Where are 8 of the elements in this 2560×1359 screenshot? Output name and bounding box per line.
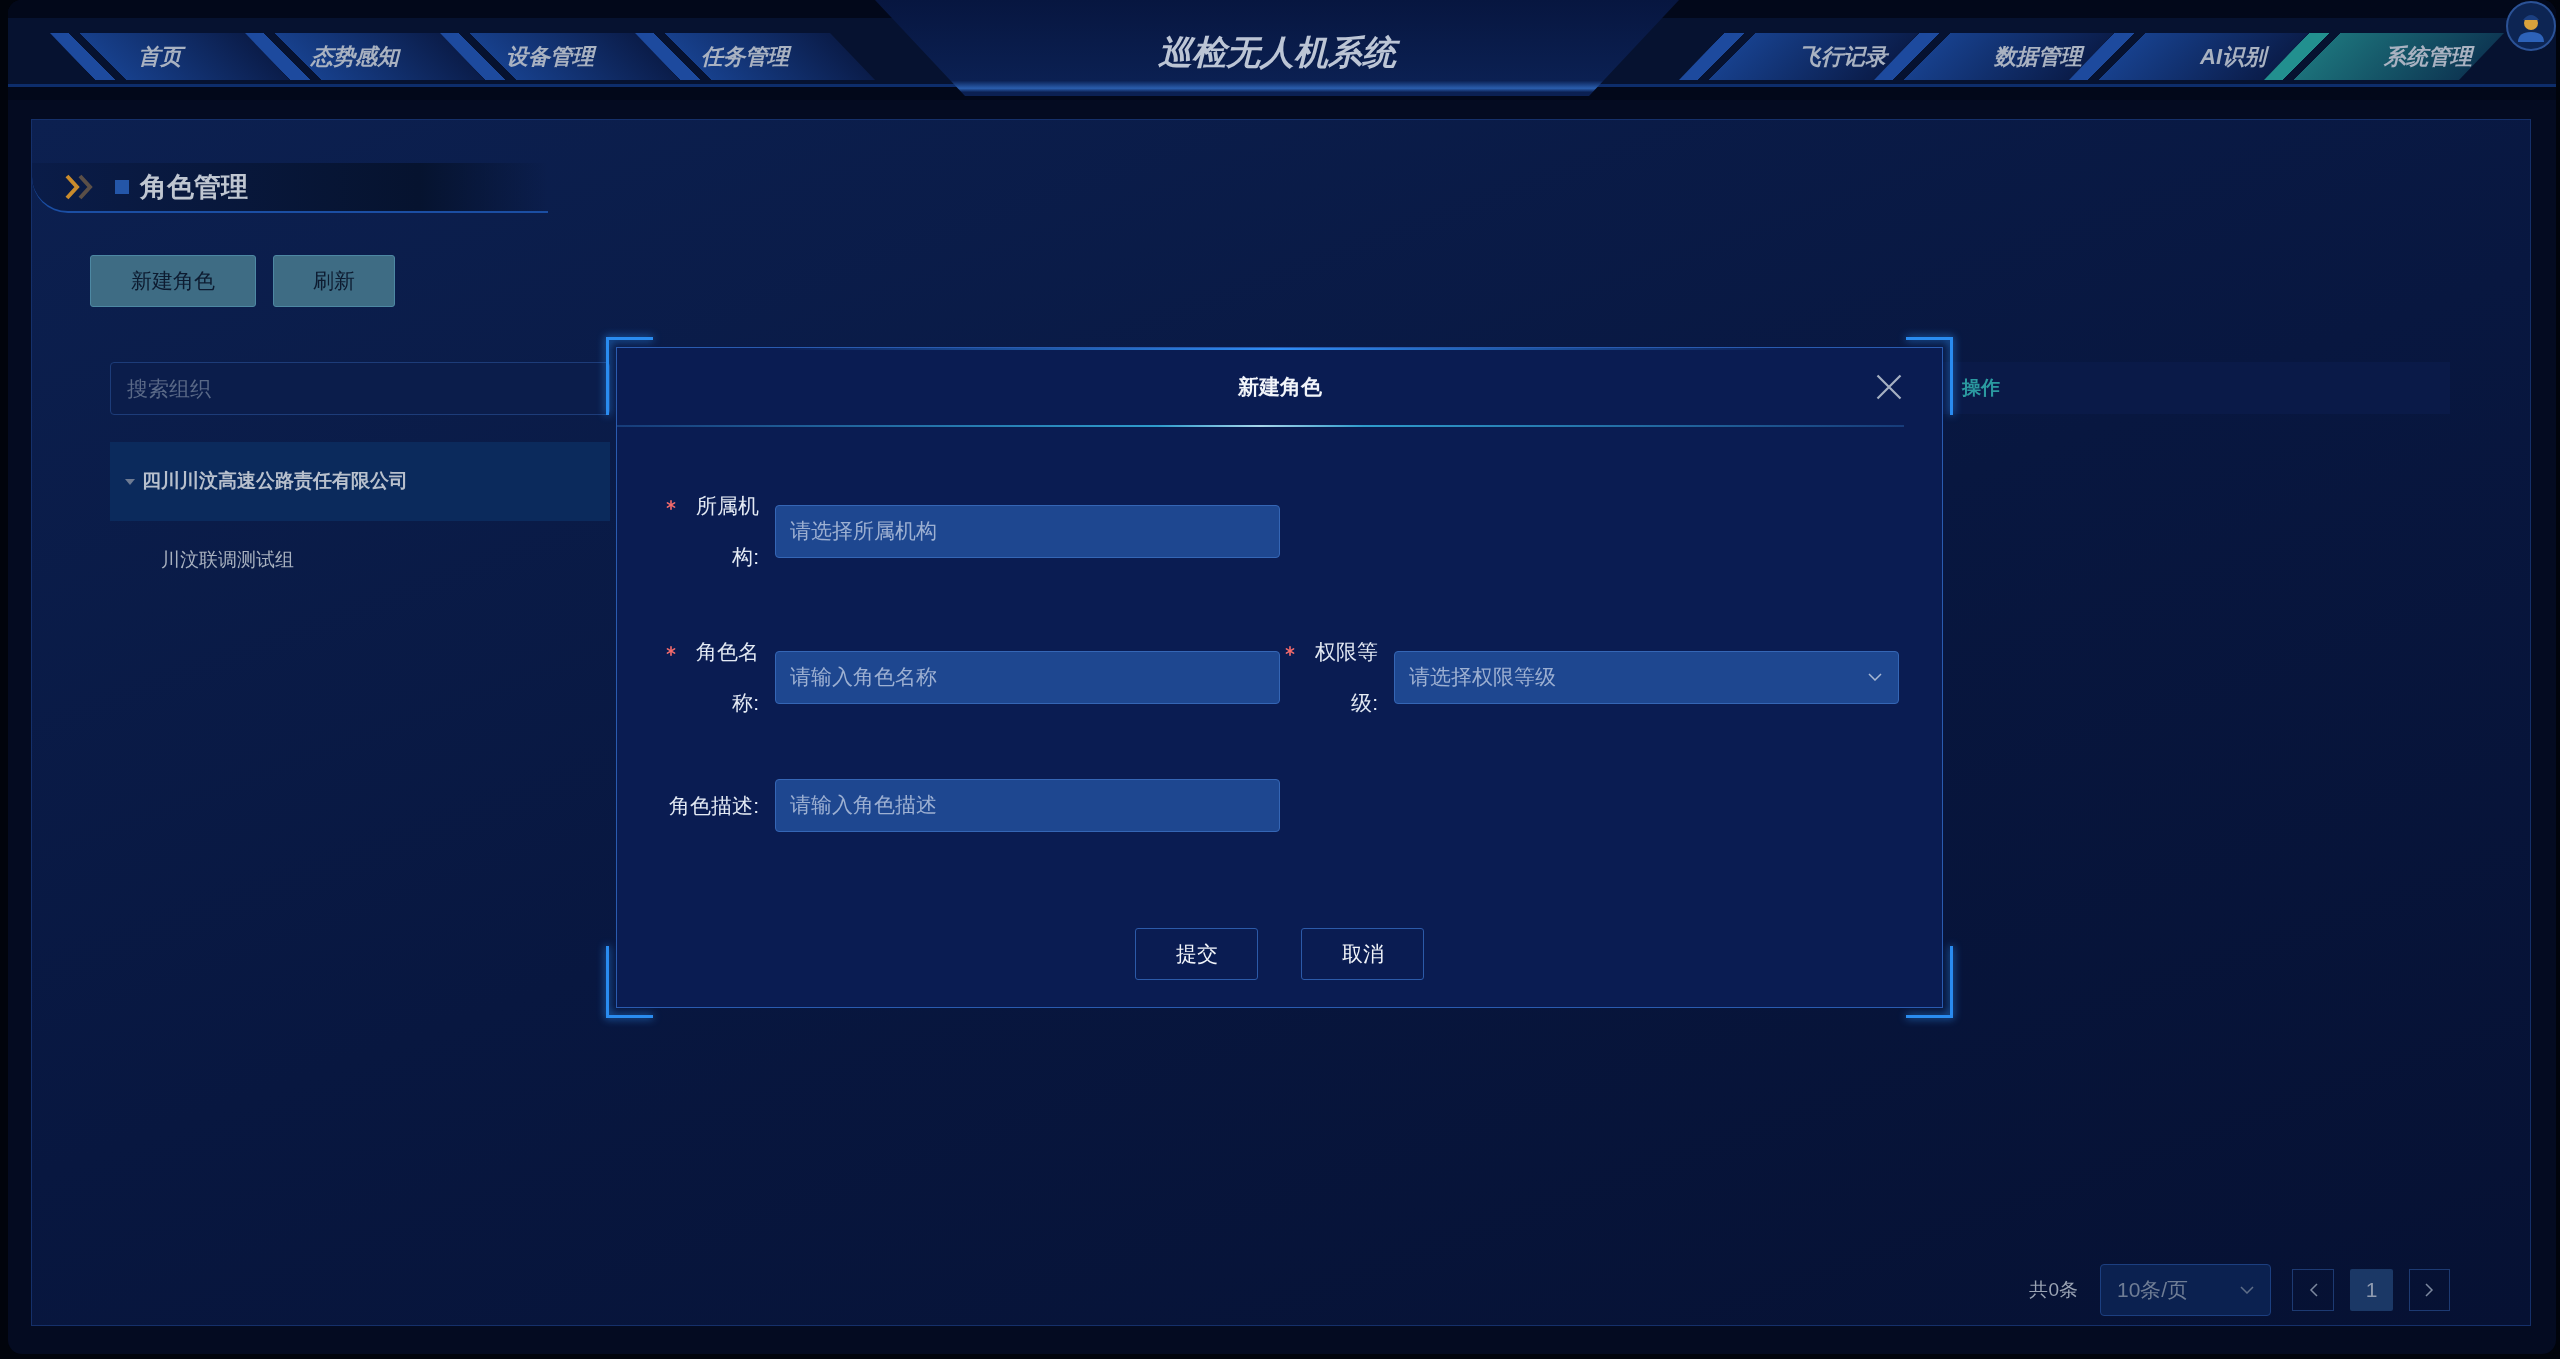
page-title: 角色管理: [140, 173, 248, 201]
dialog-title: 新建角色: [1237, 374, 1322, 398]
form-label: 角色描述:: [669, 793, 759, 817]
form-label: 所属机构:: [696, 494, 759, 568]
form-label: 权限等级:: [1315, 640, 1378, 714]
form-label: 角色名称:: [696, 640, 759, 714]
column-header: 操作: [1962, 375, 2000, 400]
total-count: 共0条: [2029, 1277, 2078, 1302]
